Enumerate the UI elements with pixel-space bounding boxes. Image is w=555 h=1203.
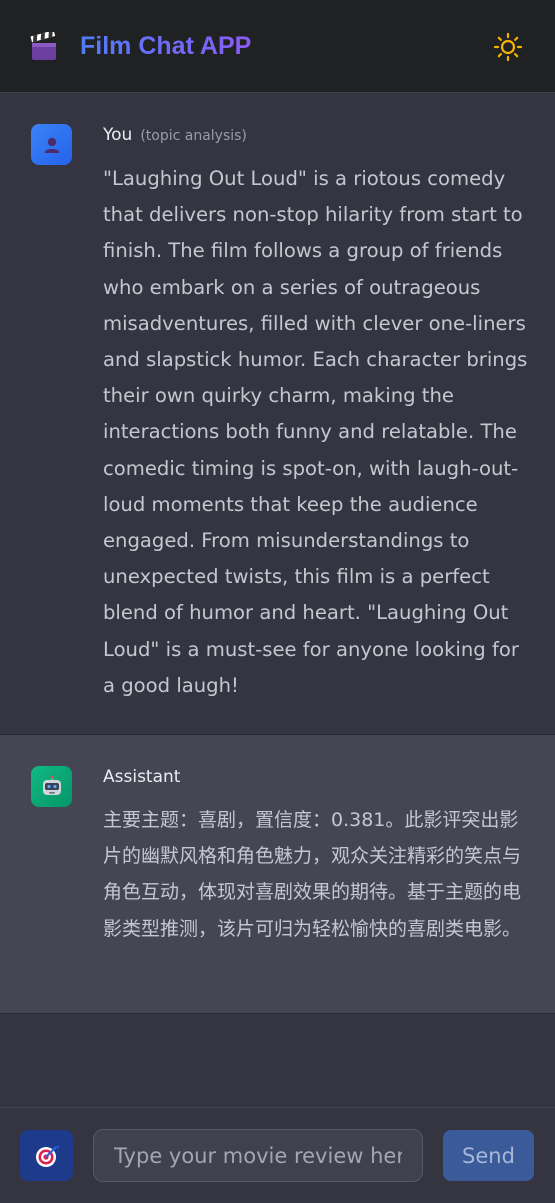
user-icon xyxy=(44,137,59,153)
sun-icon[interactable] xyxy=(493,32,523,62)
user-avatar xyxy=(31,124,72,165)
message-tag: (topic analysis) xyxy=(140,128,247,144)
clapperboard-icon xyxy=(30,32,56,60)
composer-bar: Send xyxy=(0,1107,555,1203)
assistant-avatar xyxy=(31,766,72,807)
send-button[interactable]: Send xyxy=(443,1130,534,1181)
assistant-message: Assistant 主要主题：喜剧，置信度：0.381。此影评突出影片的幽默风格… xyxy=(0,734,555,1014)
app-header: Film Chat APP xyxy=(0,0,555,93)
target-icon xyxy=(35,1144,59,1167)
app-title: Film Chat APP xyxy=(80,28,251,64)
message-text: "Laughing Out Loud" is a riotous comedy … xyxy=(103,167,528,697)
message-author: You (topic analysis) xyxy=(103,125,247,145)
analysis-mode-button[interactable] xyxy=(20,1130,73,1181)
user-message: You (topic analysis) "Laughing Out Loud" … xyxy=(0,93,555,734)
robot-icon xyxy=(42,775,61,795)
author-name: You xyxy=(103,125,133,145)
message-text: 主要主题：喜剧，置信度：0.381。此影评突出影片的幽默风格和角色魅力，观众关注… xyxy=(103,809,522,940)
message-author: Assistant xyxy=(103,767,181,787)
review-input[interactable] xyxy=(93,1129,423,1182)
